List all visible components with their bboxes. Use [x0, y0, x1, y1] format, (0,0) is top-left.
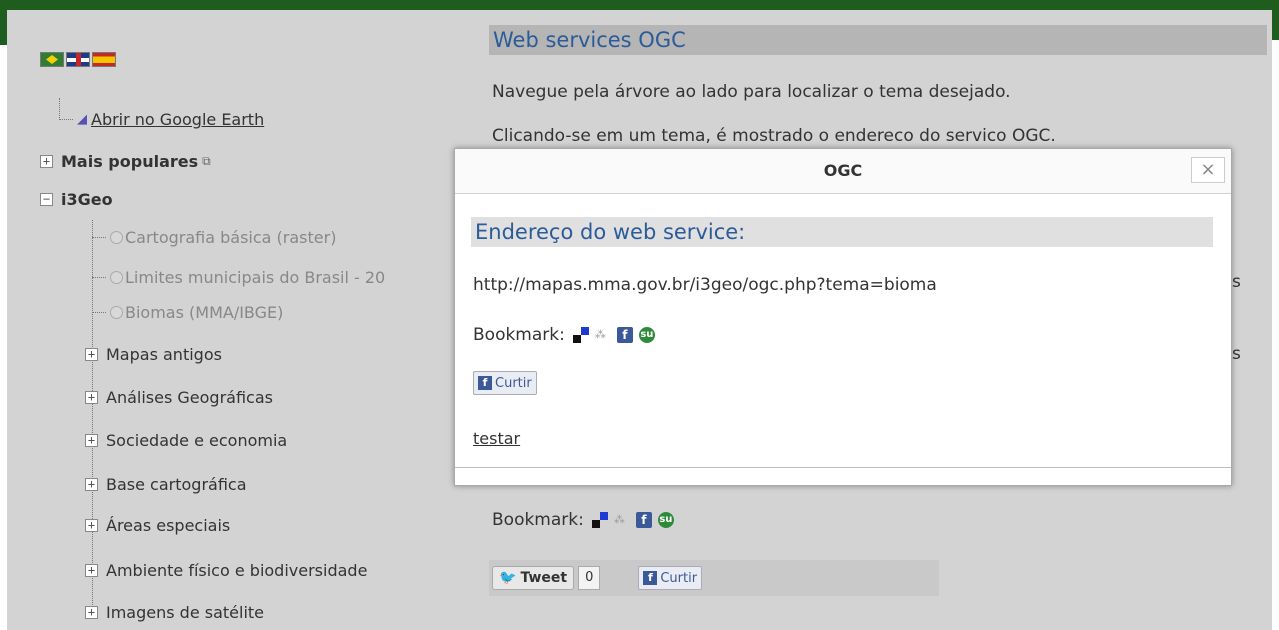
like-label: Curtir — [660, 570, 698, 586]
radio-icon[interactable] — [110, 306, 123, 319]
tree-dots — [92, 237, 106, 238]
stumbleupon-icon[interactable]: su — [638, 327, 655, 343]
expand-icon[interactable]: + — [85, 478, 98, 491]
close-icon[interactable]: × — [1191, 157, 1225, 183]
tree-group-mais-populares[interactable]: + Mais populares ⧉ — [40, 152, 211, 171]
page-left-edge — [0, 10, 7, 45]
web-service-url: http://mapas.mma.gov.br/i3geo/ogc.php?te… — [473, 275, 937, 295]
theme-label[interactable]: Cartografia básica (raster) — [125, 228, 336, 247]
expand-icon[interactable]: + — [85, 434, 98, 447]
group-label[interactable]: Análises Geográficas — [106, 388, 273, 407]
twitter-bird-icon: 🐦 — [499, 570, 517, 586]
obscured-text-fragment: s — [1232, 272, 1241, 292]
delicious-icon[interactable] — [591, 512, 608, 528]
dialog-section-title: Endereço do web service: — [471, 217, 1213, 247]
dialog-title: OGC — [823, 161, 863, 180]
digg-icon[interactable]: ⁂ — [595, 327, 611, 343]
ogc-dialog: OGC × Endereço do web service: http://ma… — [454, 148, 1232, 486]
facebook-icon[interactable]: f — [616, 327, 633, 343]
bookmark-label: Bookmark: — [492, 510, 584, 530]
expand-icon[interactable]: + — [85, 519, 98, 532]
tree-group-i3geo[interactable]: − i3Geo — [40, 190, 113, 209]
dialog-bookmark-row: Bookmark: ⁂ f su — [473, 325, 655, 345]
group-label[interactable]: Mapas antigos — [106, 345, 222, 364]
delicious-icon[interactable] — [572, 327, 589, 343]
tweet-count: 0 — [578, 566, 601, 590]
google-earth-icon: ◢ — [77, 112, 87, 127]
tree-group-item[interactable]: + Mapas antigos — [85, 345, 222, 364]
tree-group-item[interactable]: + Base cartográfica — [85, 475, 247, 494]
expand-icon[interactable]: + — [85, 348, 98, 361]
facebook-icon: f — [643, 571, 658, 585]
like-label: Curtir — [495, 375, 532, 391]
top-bar — [0, 0, 1279, 10]
tree-theme-item[interactable]: Cartografia básica (raster) — [92, 228, 336, 247]
social-share-bar: 🐦 Tweet 0 f Curtir — [489, 560, 939, 596]
theme-label[interactable]: Limites municipais do Brasil - 20 — [125, 268, 385, 287]
page-title: Web services OGC — [489, 25, 1267, 55]
tree-group-item[interactable]: + Áreas especiais — [85, 516, 230, 535]
radio-icon[interactable] — [110, 231, 123, 244]
dialog-like-wrap: f Curtir — [473, 371, 537, 395]
group-label[interactable]: Ambiente físico e biodiversidade — [106, 561, 367, 580]
language-selector — [40, 52, 116, 67]
stumbleupon-icon[interactable]: su — [657, 512, 674, 528]
expand-icon[interactable]: + — [85, 564, 98, 577]
bookmark-row: Bookmark: ⁂ f su — [492, 510, 674, 530]
collapse-icon[interactable]: − — [40, 193, 53, 206]
facebook-icon: f — [478, 376, 492, 390]
es-flag-icon[interactable] — [92, 52, 116, 67]
group-label[interactable]: Sociedade e economia — [106, 431, 287, 450]
group-label[interactable]: Mais populares — [61, 152, 198, 171]
expand-icon[interactable]: + — [85, 391, 98, 404]
tree-dots — [92, 312, 106, 313]
tweet-label: Tweet — [520, 570, 568, 586]
obscured-text-fragment: s — [1232, 344, 1241, 364]
test-link[interactable]: testar — [473, 429, 520, 448]
tweet-button[interactable]: 🐦 Tweet — [492, 566, 575, 590]
radio-icon[interactable] — [110, 271, 123, 284]
en-flag-icon[interactable] — [66, 52, 90, 67]
google-earth-node: ◢ Abrir no Google Earth — [59, 110, 264, 129]
page-right-edge — [1272, 10, 1279, 40]
facebook-like-button[interactable]: f Curtir — [638, 566, 703, 590]
tree-theme-item[interactable]: Limites municipais do Brasil - 20 — [92, 268, 447, 287]
instructions-text: Clicando-se em um tema, é mostrado o end… — [492, 126, 1056, 146]
expand-icon[interactable]: + — [40, 155, 53, 168]
tree-group-item[interactable]: + Ambiente físico e biodiversidade — [85, 561, 367, 580]
tree-dots — [59, 119, 73, 120]
google-earth-link[interactable]: Abrir no Google Earth — [91, 110, 264, 129]
expand-icon[interactable]: + — [85, 606, 98, 619]
tree-group-item[interactable]: + Sociedade e economia — [85, 431, 287, 450]
group-label[interactable]: i3Geo — [61, 190, 113, 209]
facebook-icon[interactable]: f — [635, 512, 652, 528]
theme-label[interactable]: Biomas (MMA/IBGE) — [125, 303, 283, 322]
pt-br-flag-icon[interactable] — [40, 52, 64, 67]
tree-dots — [92, 277, 106, 278]
intro-text: Navegue pela árvore ao lado para localiz… — [492, 82, 1011, 102]
tree-theme-item[interactable]: Biomas (MMA/IBGE) — [92, 303, 283, 322]
group-label[interactable]: Imagens de satélite — [106, 603, 264, 622]
tree-group-item[interactable]: + Imagens de satélite — [85, 603, 264, 622]
bookmark-label: Bookmark: — [473, 325, 565, 345]
group-label[interactable]: Base cartográfica — [106, 475, 247, 494]
external-window-icon[interactable]: ⧉ — [202, 154, 211, 169]
dialog-footer-divider — [455, 467, 1231, 468]
tree-group-item[interactable]: + Análises Geográficas — [85, 388, 273, 407]
digg-icon[interactable]: ⁂ — [614, 512, 630, 528]
group-label[interactable]: Áreas especiais — [106, 516, 230, 535]
facebook-like-button[interactable]: f Curtir — [473, 371, 537, 395]
dialog-header: OGC × — [455, 149, 1231, 194]
